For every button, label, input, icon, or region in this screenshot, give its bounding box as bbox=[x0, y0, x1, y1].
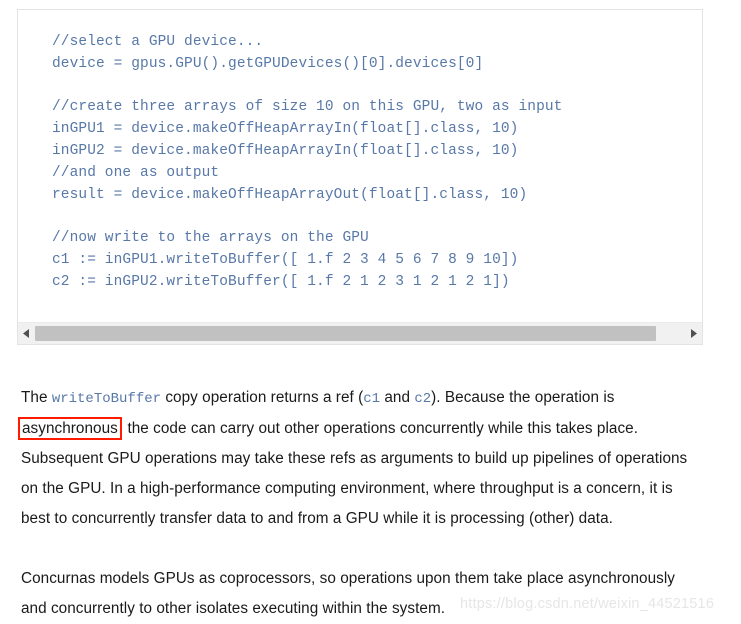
para1-segment-2: copy operation returns a ref ( bbox=[161, 389, 364, 407]
code-block: //select a GPU device... device = gpus.G… bbox=[17, 9, 703, 345]
inline-code-writetobuffer: writeToBuffer bbox=[51, 391, 162, 408]
para1-segment-4: ). Because the operation is bbox=[431, 389, 615, 407]
code-content: //select a GPU device... device = gpus.G… bbox=[52, 34, 563, 290]
code-scroll-viewport: //select a GPU device... device = gpus.G… bbox=[18, 10, 702, 322]
paragraph-writetobuffer: The writeToBuffer copy operation returns… bbox=[18, 383, 697, 534]
scrollbar-track[interactable] bbox=[35, 323, 685, 344]
para1-segment-1: The bbox=[21, 389, 52, 407]
inline-code-c1: c1 bbox=[363, 391, 381, 408]
paragraph-coprocessors: Concurnas models GPUs as coprocessors, s… bbox=[21, 564, 697, 624]
scroll-right-arrow-icon[interactable] bbox=[685, 323, 702, 344]
scroll-left-arrow-icon[interactable] bbox=[18, 323, 35, 344]
code-horizontal-scrollbar[interactable] bbox=[18, 322, 702, 344]
para1-segment-3: and bbox=[380, 389, 415, 407]
highlight-annotation-asynchronous: asynchronous bbox=[18, 417, 122, 441]
para1-segment-5: , the code can carry out other operation… bbox=[21, 420, 688, 528]
scrollbar-thumb[interactable] bbox=[35, 326, 656, 341]
watermark-url: https://blog.csdn.net/weixin_44521516 bbox=[460, 596, 715, 612]
inline-code-c2: c2 bbox=[414, 391, 432, 408]
